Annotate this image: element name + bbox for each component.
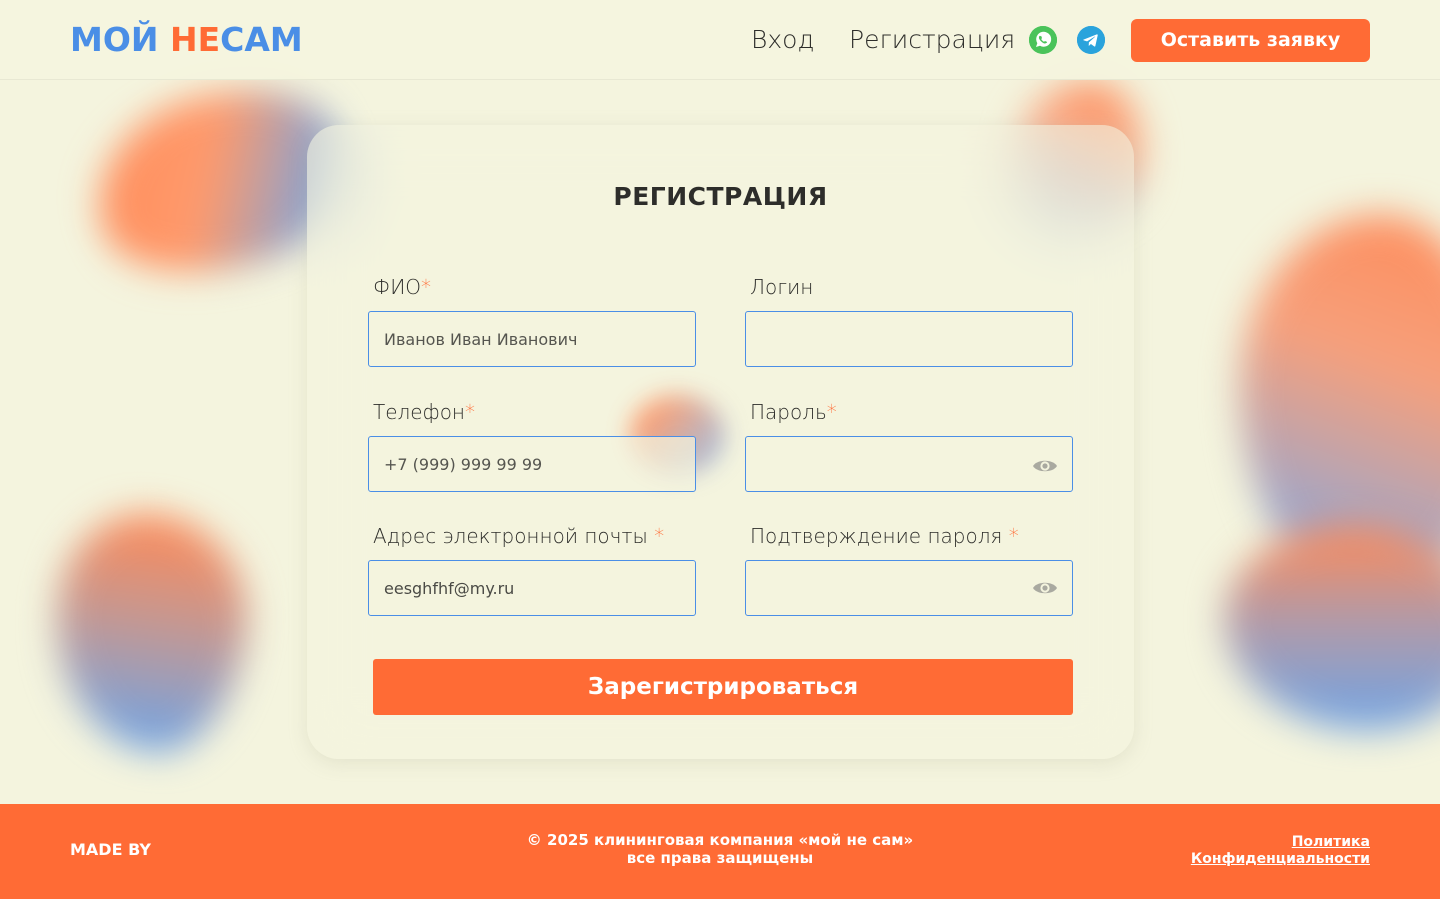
logo-part-ne: НЕ <box>170 20 221 59</box>
nav-login-link[interactable]: Вход <box>751 24 814 56</box>
email-label-text: Адрес электронной почты <box>373 524 655 548</box>
phone-label: Телефон* <box>373 399 475 425</box>
login-label-text: Логин <box>750 275 814 299</box>
fio-label-text: ФИО <box>373 275 422 299</box>
logo[interactable]: МОЙ НЕСАМ <box>70 20 303 60</box>
password-input[interactable] <box>745 436 1073 492</box>
privacy-policy-link[interactable]: Политика Конфиденциальности <box>1191 834 1370 868</box>
login-label: Логин <box>750 274 813 300</box>
phone-label-text: Телефон <box>373 400 466 424</box>
phone-input[interactable] <box>368 436 696 492</box>
whatsapp-icon[interactable] <box>1029 26 1057 54</box>
fio-label: ФИО* <box>373 274 431 300</box>
password-label: Пароль* <box>750 399 837 425</box>
logo-part-sam: САМ <box>220 20 303 59</box>
email-label: Адрес электронной почты * <box>373 523 664 549</box>
site-header: МОЙ НЕСАМ Вход Регистрация Оставить заяв… <box>0 0 1440 80</box>
logo-part-moi: МОЙ <box>70 20 170 59</box>
required-mark: * <box>421 275 432 299</box>
copyright-line: все права защищены <box>626 849 814 867</box>
decor-blob <box>39 502 261 763</box>
copyright: © 2025 клининговая компания «мой не сам»… <box>420 831 1020 867</box>
copyright-line: © 2025 клининговая компания «мой не сам» <box>526 831 914 849</box>
password-confirm-input[interactable] <box>745 560 1073 616</box>
register-submit-button[interactable]: Зарегистрироваться <box>373 659 1073 715</box>
telegram-icon[interactable] <box>1077 26 1105 54</box>
password-confirm-label: Подтверждение пароля * <box>750 523 1019 549</box>
required-mark: * <box>654 524 665 548</box>
login-input[interactable] <box>745 311 1073 367</box>
page-title: РЕГИСТРАЦИЯ <box>613 182 828 211</box>
request-button[interactable]: Оставить заявку <box>1131 19 1370 62</box>
required-mark: * <box>1008 524 1019 548</box>
made-by-text: MADE BY <box>70 840 151 859</box>
policy-line: Политика <box>1291 834 1370 850</box>
fio-input[interactable] <box>368 311 696 367</box>
site-footer: MADE BY © 2025 клининговая компания «мой… <box>0 804 1440 899</box>
password-confirm-label-text: Подтверждение пароля <box>750 524 1009 548</box>
eye-icon[interactable] <box>1032 579 1058 597</box>
policy-line: Конфиденциальности <box>1190 851 1370 867</box>
registration-card: РЕГИСТРАЦИЯ ФИО* Логин Телефон* Пароль* … <box>307 125 1134 759</box>
nav-register-link[interactable]: Регистрация <box>849 24 1015 56</box>
required-mark: * <box>465 400 476 424</box>
required-mark: * <box>826 400 837 424</box>
decor-blob <box>1225 525 1440 730</box>
eye-icon[interactable] <box>1032 457 1058 475</box>
email-input[interactable] <box>368 560 696 616</box>
password-label-text: Пароль <box>750 400 827 424</box>
